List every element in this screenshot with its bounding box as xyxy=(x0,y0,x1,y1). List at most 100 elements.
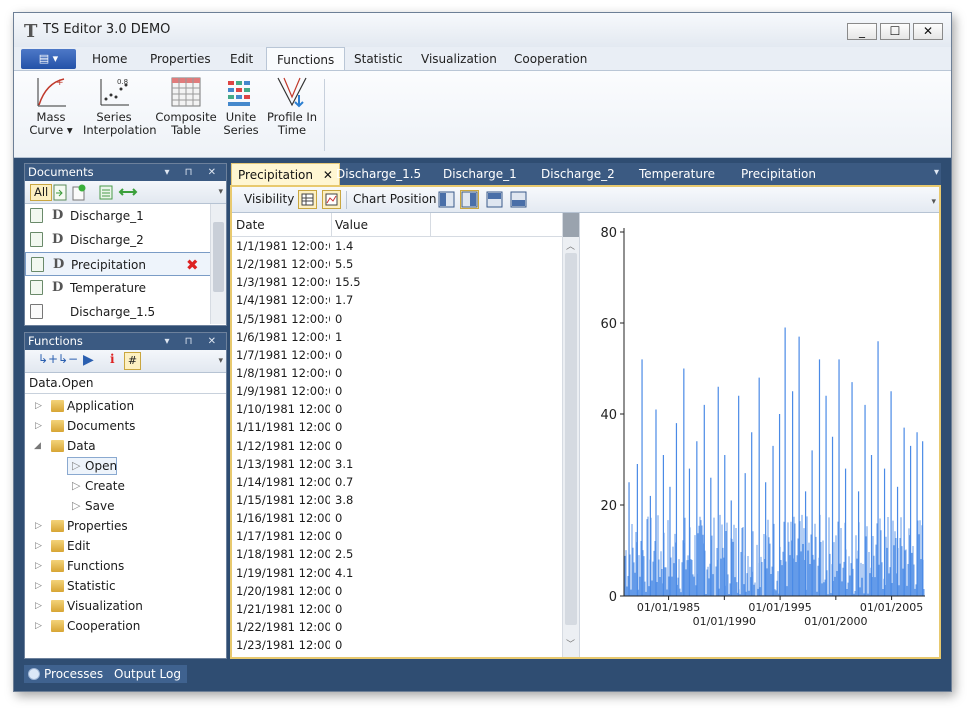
table-row[interactable]: 1/10/1981 12:00:C 0 xyxy=(236,400,579,418)
column-divider[interactable] xyxy=(430,213,431,236)
panel-pin-close-icon[interactable]: ▾ ⊓ ✕ xyxy=(164,164,222,181)
table-row[interactable]: 1/23/1981 12:00:C 0 xyxy=(236,636,579,654)
table-row[interactable]: 1/16/1981 12:00:C 0 xyxy=(236,509,579,527)
doc-tab-discharge-2[interactable]: Discharge_2 xyxy=(535,163,621,185)
composite-table-button[interactable]: Composite Table xyxy=(155,75,217,153)
chart-left-icon[interactable] xyxy=(438,191,455,211)
column-header-value[interactable]: Value xyxy=(335,213,368,237)
run-icon[interactable]: ▶ xyxy=(83,352,94,368)
scrollbar-thumb[interactable] xyxy=(565,253,577,625)
date-cell[interactable]: 1/22/1981 12:00:C xyxy=(236,618,330,636)
tree-item-statistic[interactable]: ▷ Statistic xyxy=(25,576,226,596)
table-row[interactable]: 1/22/1981 12:00:C 0 xyxy=(236,618,579,636)
value-cell[interactable]: 0 xyxy=(335,509,342,527)
scrollbar-thumb[interactable] xyxy=(213,222,224,292)
column-header-date[interactable]: Date xyxy=(236,213,265,237)
date-cell[interactable]: 1/18/1981 12:00:C xyxy=(236,545,330,563)
tab-properties[interactable]: Properties xyxy=(140,47,221,71)
value-cell[interactable]: 0 xyxy=(335,310,342,328)
toolbar-overflow-icon[interactable]: ▾ xyxy=(931,197,936,207)
value-cell[interactable]: 5.5 xyxy=(335,255,353,273)
doc-tab-discharge-1-5[interactable]: Discharge_1.5 xyxy=(330,163,427,185)
date-cell[interactable]: 1/4/1981 12:00:0C xyxy=(236,291,330,309)
date-cell[interactable]: 1/15/1981 12:00:C xyxy=(236,491,330,509)
tree-collapse-icon[interactable]: ◢ xyxy=(34,436,41,456)
date-cell[interactable]: 1/2/1981 12:00:0C xyxy=(236,255,330,273)
table-row[interactable]: 1/18/1981 12:00:C 2.5 xyxy=(236,545,579,563)
scroll-up-icon[interactable]: ︿ xyxy=(566,239,575,252)
value-cell[interactable]: 0 xyxy=(335,382,342,400)
minimize-button[interactable]: _ xyxy=(847,23,877,40)
close-button[interactable]: ✕ xyxy=(913,23,943,40)
table-row[interactable]: 1/13/1981 12:00:C 3.1 xyxy=(236,455,579,473)
date-cell[interactable]: 1/20/1981 12:00:C xyxy=(236,582,330,600)
info-icon[interactable]: i xyxy=(110,352,115,366)
date-cell[interactable]: 1/19/1981 12:00:C xyxy=(236,564,330,582)
tree-item-documents[interactable]: ▷ Documents xyxy=(25,416,226,436)
tree-expand-icon[interactable]: ▷ xyxy=(35,536,42,556)
tree-item-application[interactable]: ▷ Application xyxy=(25,396,226,416)
table-row[interactable]: 1/17/1981 12:00:C 0 xyxy=(236,527,579,545)
table-row[interactable]: 1/19/1981 12:00:C 4.1 xyxy=(236,564,579,582)
tree-expand-icon[interactable]: ▷ xyxy=(35,576,42,596)
function-path-field[interactable]: Data.Open xyxy=(25,373,226,394)
expand-all-icon[interactable]: ↳+ xyxy=(38,352,58,366)
value-cell[interactable]: 2.5 xyxy=(335,545,353,563)
table-row[interactable]: 1/4/1981 12:00:0C 1.7 xyxy=(236,291,579,309)
maximize-button[interactable]: ☐ xyxy=(880,23,910,40)
date-cell[interactable]: 1/1/1981 12:00:0C xyxy=(236,237,330,255)
tab-edit[interactable]: Edit xyxy=(220,47,263,71)
document-import-icon[interactable] xyxy=(52,184,68,201)
value-cell[interactable]: 1.4 xyxy=(335,237,353,255)
tree-item-functions[interactable]: ▷ Functions xyxy=(25,556,226,576)
grid-scrollbar[interactable]: ︿ ﹀ xyxy=(562,213,579,657)
table-row[interactable]: 1/3/1981 12:00:0C 15.5 xyxy=(236,273,579,291)
table-row[interactable]: 1/6/1981 12:00:0C 1 xyxy=(236,328,579,346)
date-cell[interactable]: 1/3/1981 12:00:0C xyxy=(236,273,330,291)
list-view-icon[interactable] xyxy=(98,184,114,201)
chart-top-icon[interactable] xyxy=(486,191,503,211)
output-log-button[interactable]: Output Log xyxy=(108,665,187,683)
series-interpolation-button[interactable]: 0.8 Series Interpolation xyxy=(83,75,157,153)
value-cell[interactable]: 4.1 xyxy=(335,564,353,582)
tab-visualization[interactable]: Visualization xyxy=(411,47,507,71)
date-cell[interactable]: 1/13/1981 12:00:C xyxy=(236,455,330,473)
doc-tab-precipitation-active[interactable]: Precipitation ✕ xyxy=(231,163,340,185)
value-cell[interactable]: 0 xyxy=(335,418,342,436)
tree-expand-icon[interactable]: ▷ xyxy=(35,616,42,636)
swap-arrows-icon[interactable] xyxy=(118,185,138,199)
value-cell[interactable]: 0 xyxy=(335,527,342,545)
doc-tab-precipitation[interactable]: Precipitation xyxy=(735,163,822,185)
value-cell[interactable]: 0 xyxy=(335,600,342,618)
profile-in-time-button[interactable]: Profile In Time xyxy=(261,75,323,153)
table-row[interactable]: 1/5/1981 12:00:0C 0 xyxy=(236,310,579,328)
value-cell[interactable]: 0 xyxy=(335,346,342,364)
table-row[interactable]: 1/9/1981 12:00:0C 0 xyxy=(236,382,579,400)
document-item-precipitation[interactable]: D Precipitation ✖ xyxy=(25,252,226,276)
tree-expand-icon[interactable]: ▷ xyxy=(35,516,42,536)
date-cell[interactable]: 1/7/1981 12:00:0C xyxy=(236,346,330,364)
column-divider[interactable] xyxy=(331,213,332,236)
tree-expand-icon[interactable]: ▷ xyxy=(35,396,42,416)
doc-tab-discharge-1[interactable]: Discharge_1 xyxy=(437,163,523,185)
date-cell[interactable]: 1/12/1981 12:00:C xyxy=(236,437,330,455)
value-cell[interactable]: 0 xyxy=(335,400,342,418)
document-item-discharge-1[interactable]: D Discharge_1 xyxy=(25,204,226,228)
table-row[interactable]: 1/15/1981 12:00:C 3.8 xyxy=(236,491,579,509)
date-cell[interactable]: 1/9/1981 12:00:0C xyxy=(236,382,330,400)
tree-expand-icon[interactable]: ▷ xyxy=(35,416,42,436)
tree-item-properties[interactable]: ▷ Properties xyxy=(25,516,226,536)
table-row[interactable]: 1/20/1981 12:00:C 0 xyxy=(236,582,579,600)
value-cell[interactable]: 0 xyxy=(335,636,342,654)
table-row[interactable]: 1/11/1981 12:00:C 0 xyxy=(236,418,579,436)
scroll-down-icon[interactable]: ﹀ xyxy=(566,637,575,650)
value-cell[interactable]: 1 xyxy=(335,328,342,346)
date-cell[interactable]: 1/8/1981 12:00:0C xyxy=(236,364,330,382)
tree-item-open[interactable]: ▷ Open xyxy=(25,456,226,476)
tree-item-edit[interactable]: ▷ Edit xyxy=(25,536,226,556)
date-cell[interactable]: 1/10/1981 12:00:C xyxy=(236,400,330,418)
tree-item-save[interactable]: ▷ Save xyxy=(25,496,226,516)
remove-document-icon[interactable]: ✖ xyxy=(186,253,199,277)
value-cell[interactable]: 1.7 xyxy=(335,291,353,309)
toolbar-overflow-icon[interactable]: ▾ xyxy=(218,187,223,197)
